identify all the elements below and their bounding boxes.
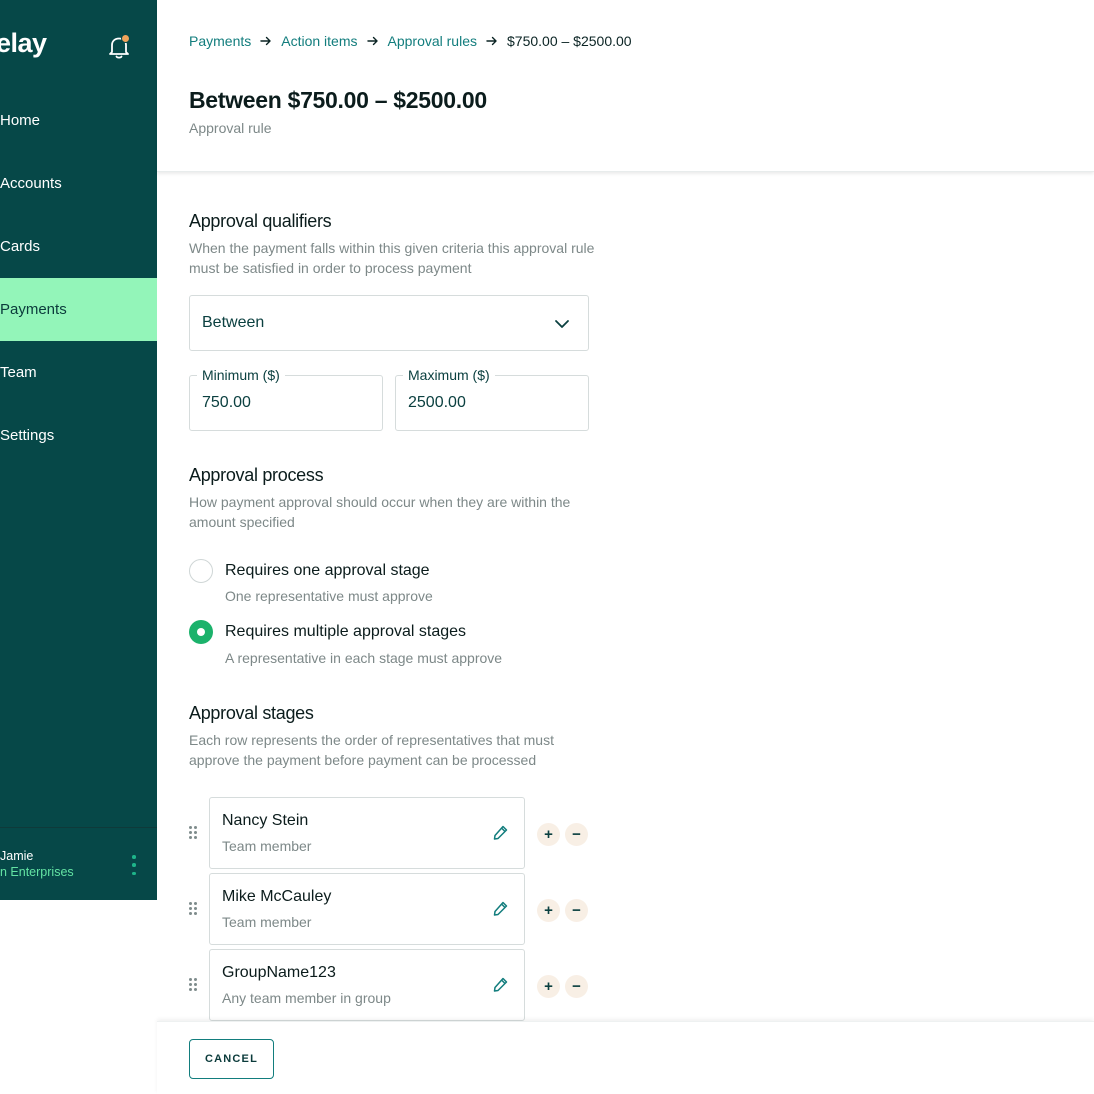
drag-handle-icon[interactable] <box>189 978 197 991</box>
action-bar: CANCEL <box>157 1021 1094 1094</box>
pencil-icon[interactable] <box>491 976 509 994</box>
page-header: Payments Action items Approval rules $75… <box>157 0 1094 172</box>
stage-name: Nancy Stein <box>222 812 309 829</box>
remove-stage-button[interactable]: − <box>565 823 588 846</box>
sidebar-item-settings[interactable]: Settings <box>0 404 157 467</box>
radio-button-checked[interactable] <box>189 620 213 644</box>
breadcrumb-link-action-items[interactable]: Action items <box>281 33 357 49</box>
radio-button[interactable] <box>189 559 213 583</box>
sidebar-item-home[interactable]: Home <box>0 89 157 152</box>
stage-role: Any team member in group <box>222 990 391 1006</box>
stage-row: Nancy Stein Team member + − <box>189 797 599 869</box>
sidebar-item-label: Team <box>0 364 37 381</box>
radio-label: Requires one approval stage <box>225 562 430 579</box>
breadcrumb-current: $750.00 – $2500.00 <box>507 33 632 49</box>
qualifiers-title: Approval qualifiers <box>189 211 332 231</box>
user-menu-button[interactable] <box>130 855 138 875</box>
sidebar: elay Home Accounts Cards Payments Team S… <box>0 0 157 900</box>
chevron-down-icon <box>555 320 569 328</box>
sidebar-item-accounts[interactable]: Accounts <box>0 152 157 215</box>
sidebar-item-payments[interactable]: Payments <box>0 278 157 341</box>
radio-help-text: One representative must approve <box>225 588 433 604</box>
notification-badge <box>121 34 130 43</box>
user-profile: Jamie n Enterprises <box>0 827 157 900</box>
stage-name: Mike McCauley <box>222 888 332 905</box>
process-description: How payment approval should occur when t… <box>189 494 571 530</box>
sidebar-nav: Home Accounts Cards Payments Team Settin… <box>0 89 157 467</box>
stage-card: Mike McCauley Team member <box>209 873 525 945</box>
sidebar-item-label: Cards <box>0 238 41 255</box>
sidebar-item-label: Settings <box>0 427 55 444</box>
sidebar-item-label: Payments <box>0 301 67 318</box>
add-stage-button[interactable]: + <box>537 899 560 922</box>
arrow-right-icon <box>260 36 271 46</box>
stage-card: Nancy Stein Team member <box>209 797 525 869</box>
stage-row: Mike McCauley Team member + − <box>189 873 599 945</box>
sidebar-item-team[interactable]: Team <box>0 341 157 404</box>
breadcrumb-link-approval-rules[interactable]: Approval rules <box>388 33 478 49</box>
app-logo: elay <box>0 28 47 58</box>
stage-row: GroupName123 Any team member in group + … <box>189 949 599 1021</box>
arrow-right-icon <box>366 36 378 46</box>
remove-stage-button[interactable]: − <box>565 975 588 998</box>
stage-name: GroupName123 <box>222 964 336 981</box>
maximum-amount-value: 2500.00 <box>408 394 466 411</box>
radio-label: Requires multiple approval stages <box>225 623 467 640</box>
pencil-icon[interactable] <box>491 824 509 842</box>
stages-description: Each row represents the order of represe… <box>189 732 554 768</box>
drag-handle-icon[interactable] <box>189 902 197 915</box>
qualifier-select-value: Between <box>202 314 265 331</box>
kebab-dot-icon <box>132 871 136 875</box>
page-subtitle: Approval rule <box>189 120 272 136</box>
user-name: Jamie <box>0 849 34 863</box>
cancel-button[interactable]: CANCEL <box>189 1039 274 1079</box>
radio-help-text: A representative in each stage must appr… <box>225 650 503 666</box>
radio-multiple-stages[interactable]: Requires multiple approval stages <box>189 620 466 644</box>
minimum-amount-value: 750.00 <box>202 394 251 411</box>
maximum-amount-label: Maximum ($) <box>403 367 495 383</box>
minimum-amount-field[interactable]: Minimum ($) 750.00 <box>189 367 383 431</box>
stage-role: Team member <box>222 838 312 854</box>
kebab-dot-icon <box>132 855 136 859</box>
minimum-amount-label: Minimum ($) <box>197 367 285 383</box>
user-organization: n Enterprises <box>0 865 74 879</box>
process-title: Approval process <box>189 465 324 485</box>
stages-title: Approval stages <box>189 703 314 723</box>
page-title: Between $750.00 – $2500.00 <box>189 87 487 113</box>
drag-handle-icon[interactable] <box>189 826 197 839</box>
remove-stage-button[interactable]: − <box>565 899 588 922</box>
breadcrumb: Payments Action items Approval rules $75… <box>189 33 632 49</box>
notifications-button[interactable] <box>107 34 131 60</box>
add-stage-button[interactable]: + <box>537 975 560 998</box>
maximum-amount-field[interactable]: Maximum ($) 2500.00 <box>395 367 589 431</box>
sidebar-item-cards[interactable]: Cards <box>0 215 157 278</box>
add-stage-button[interactable]: + <box>537 823 560 846</box>
kebab-dot-icon <box>132 863 136 867</box>
arrow-right-icon <box>486 36 497 46</box>
qualifiers-description: When the payment falls within this given… <box>189 240 595 276</box>
qualifier-select[interactable]: Between <box>189 295 589 351</box>
stage-role: Team member <box>222 914 312 930</box>
sidebar-item-label: Home <box>0 112 41 129</box>
stage-card: GroupName123 Any team member in group <box>209 949 525 1021</box>
sidebar-item-label: Accounts <box>0 175 62 192</box>
breadcrumb-link-payments[interactable]: Payments <box>189 33 251 49</box>
pencil-icon[interactable] <box>491 900 509 918</box>
radio-one-stage[interactable]: Requires one approval stage <box>189 559 430 583</box>
